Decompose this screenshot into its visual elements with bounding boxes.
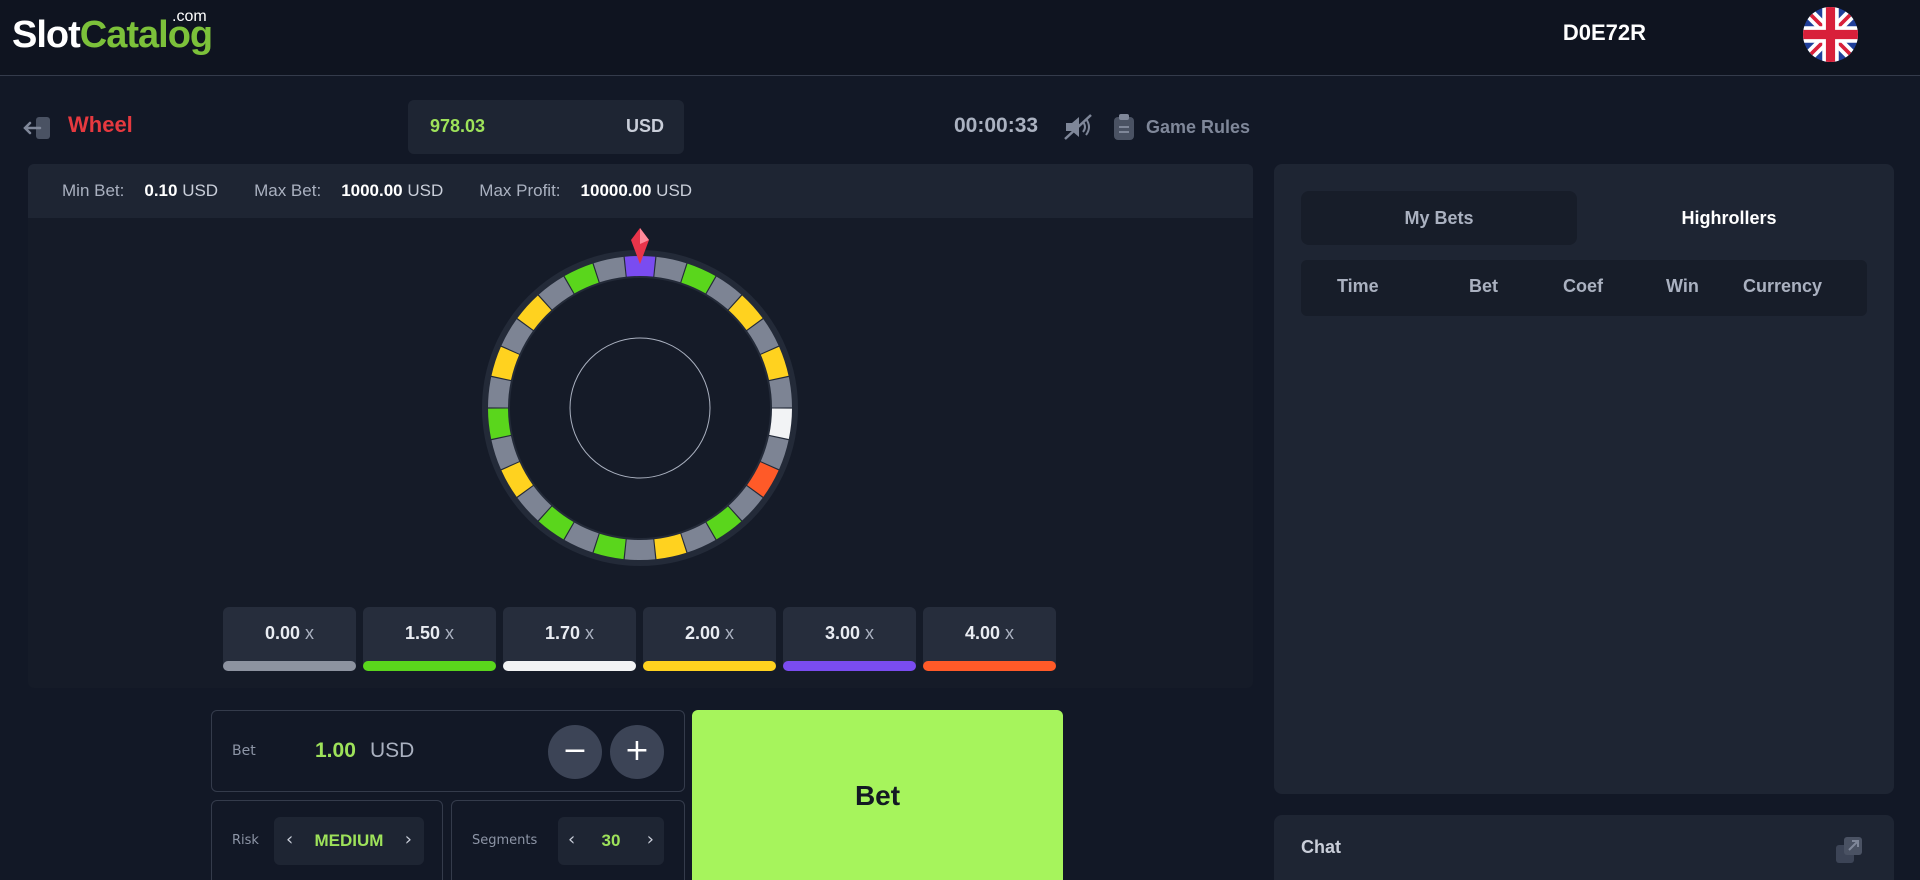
multiplier-color-bar xyxy=(363,661,496,671)
multiplier-value: 2.00 x xyxy=(643,623,776,644)
clipboard-icon xyxy=(1114,114,1134,140)
multiplier-value: 0.00 x xyxy=(223,623,356,644)
sound-muted-icon[interactable] xyxy=(1062,112,1094,142)
column-time: Time xyxy=(1337,276,1379,296)
wheel-segment xyxy=(488,408,511,440)
max-bet-value: 1000.00 xyxy=(341,181,403,200)
increase-bet-button[interactable]: + xyxy=(610,725,664,779)
wheel-segment xyxy=(769,408,792,440)
max-bet-currency: USD xyxy=(407,181,444,200)
multiplier-suffix: x xyxy=(720,623,735,643)
multiplier-suffix: x xyxy=(580,623,595,643)
bet-label: Bet xyxy=(232,743,256,759)
multiplier-color-bar xyxy=(923,661,1056,671)
multiplier-value: 1.50 x xyxy=(363,623,496,644)
balance-amount: 978.03 xyxy=(430,116,486,136)
game-title: Wheel xyxy=(68,112,133,137)
multiplier-number: 0.00 xyxy=(264,623,301,643)
max-profit: Max Profit: 10000.00 USD xyxy=(479,181,692,201)
multiplier-suffix: x xyxy=(860,623,875,643)
bet-limits-bar: Min Bet: 0.10 USD Max Bet: 1000.00 USD M… xyxy=(28,164,1253,218)
multiplier-number: 4.00 xyxy=(964,623,1001,643)
multiplier-value: 4.00 x xyxy=(923,623,1056,644)
expand-chat-icon[interactable] xyxy=(1834,835,1864,865)
column-win: Win xyxy=(1666,276,1699,296)
segments-next-button[interactable]: › xyxy=(647,829,654,850)
risk-selector: ‹ MEDIUM › xyxy=(274,817,424,865)
min-bet-currency: USD xyxy=(182,181,219,200)
risk-value: MEDIUM xyxy=(314,831,384,850)
tab-my-bets[interactable]: My Bets xyxy=(1301,191,1577,245)
logo-text-suffix: .com xyxy=(172,8,207,25)
game-rules-label: Game Rules xyxy=(1146,116,1251,137)
multiplier-color-bar xyxy=(643,661,776,671)
max-bet-label: Max Bet: xyxy=(254,181,322,200)
bet-amount-panel: Bet 1.00 USD − + xyxy=(211,710,685,792)
max-bet: Max Bet: 1000.00 USD xyxy=(254,181,443,201)
column-coef: Coef xyxy=(1563,276,1603,296)
logo-text-main: Slot xyxy=(12,14,81,56)
segments-panel: Segments ‹ 30 › xyxy=(451,800,685,880)
wheel-center xyxy=(510,278,770,538)
multiplier-suffix: x xyxy=(300,623,315,643)
balance-display: 978.03 USD xyxy=(408,100,684,154)
min-bet-value: 0.10 xyxy=(144,181,178,200)
decrease-bet-button[interactable]: − xyxy=(548,725,602,779)
wheel-segment xyxy=(769,376,792,408)
multiplier-value: 3.00 x xyxy=(783,623,916,644)
risk-panel: Risk ‹ MEDIUM › xyxy=(211,800,443,880)
wheel-segment xyxy=(488,376,511,408)
multiplier-number: 2.00 xyxy=(684,623,721,643)
multiplier-card: 3.00 x xyxy=(783,607,916,671)
multiplier-number: 1.70 xyxy=(544,623,581,643)
max-profit-value: 10000.00 xyxy=(580,181,652,200)
min-bet: Min Bet: 0.10 USD xyxy=(62,181,218,201)
bet-amount-value[interactable]: 1.00 xyxy=(315,739,356,763)
wheel xyxy=(482,228,798,566)
multiplier-card: 1.70 x xyxy=(503,607,636,671)
risk-label: Risk xyxy=(232,833,259,848)
game-rules-button[interactable]: Game Rules xyxy=(1112,112,1250,142)
multiplier-card: 4.00 x xyxy=(923,607,1056,671)
multiplier-color-bar xyxy=(223,661,356,671)
session-timer: 00:00:33 xyxy=(954,114,1039,137)
segments-selector: ‹ 30 › xyxy=(558,817,664,865)
chat-title: Chat xyxy=(1301,837,1341,857)
multiplier-suffix: x xyxy=(1000,623,1015,643)
column-currency: Currency xyxy=(1743,276,1823,296)
multiplier-card: 1.50 x xyxy=(363,607,496,671)
max-profit-currency: USD xyxy=(656,181,693,200)
game-header: Wheel 978.03 USD 00:00:33 Game Rules xyxy=(0,100,1260,156)
wheel-area xyxy=(28,218,1253,688)
max-profit-label: Max Profit: xyxy=(479,181,561,200)
multiplier-number: 1.50 xyxy=(404,623,441,643)
risk-next-button[interactable]: › xyxy=(405,829,412,850)
balance-currency: USD xyxy=(625,116,664,136)
column-bet: Bet xyxy=(1469,276,1499,296)
uk-flag-icon[interactable] xyxy=(1803,7,1858,62)
bet-currency: USD xyxy=(370,739,415,762)
chat-panel[interactable]: Chat xyxy=(1274,815,1894,880)
multiplier-card: 2.00 x xyxy=(643,607,776,671)
multiplier-color-bar xyxy=(783,661,916,671)
top-bar: SlotCatalog .com D0E72R xyxy=(0,0,1920,76)
tab-highrollers[interactable]: Highrollers xyxy=(1591,191,1867,245)
bets-tabs: My Bets Highrollers xyxy=(1301,191,1867,245)
bets-table-header: Time Bet Coef Win Currency xyxy=(1301,260,1867,316)
multiplier-color-bar xyxy=(503,661,636,671)
segments-label: Segments xyxy=(472,833,538,848)
multiplier-number: 3.00 xyxy=(824,623,861,643)
user-id: D0E72R xyxy=(1562,20,1646,45)
multiplier-value: 1.70 x xyxy=(503,623,636,644)
multiplier-card: 0.00 x xyxy=(223,607,356,671)
back-arrow-icon[interactable] xyxy=(22,114,52,142)
bets-history-panel: My Bets Highrollers Time Bet Coef Win Cu… xyxy=(1274,164,1894,794)
bet-button[interactable]: Bet xyxy=(692,710,1063,880)
multiplier-suffix: x xyxy=(440,623,455,643)
min-bet-label: Min Bet: xyxy=(62,181,125,200)
wheel-segment xyxy=(624,539,656,560)
site-logo[interactable]: SlotCatalog .com xyxy=(12,8,213,57)
